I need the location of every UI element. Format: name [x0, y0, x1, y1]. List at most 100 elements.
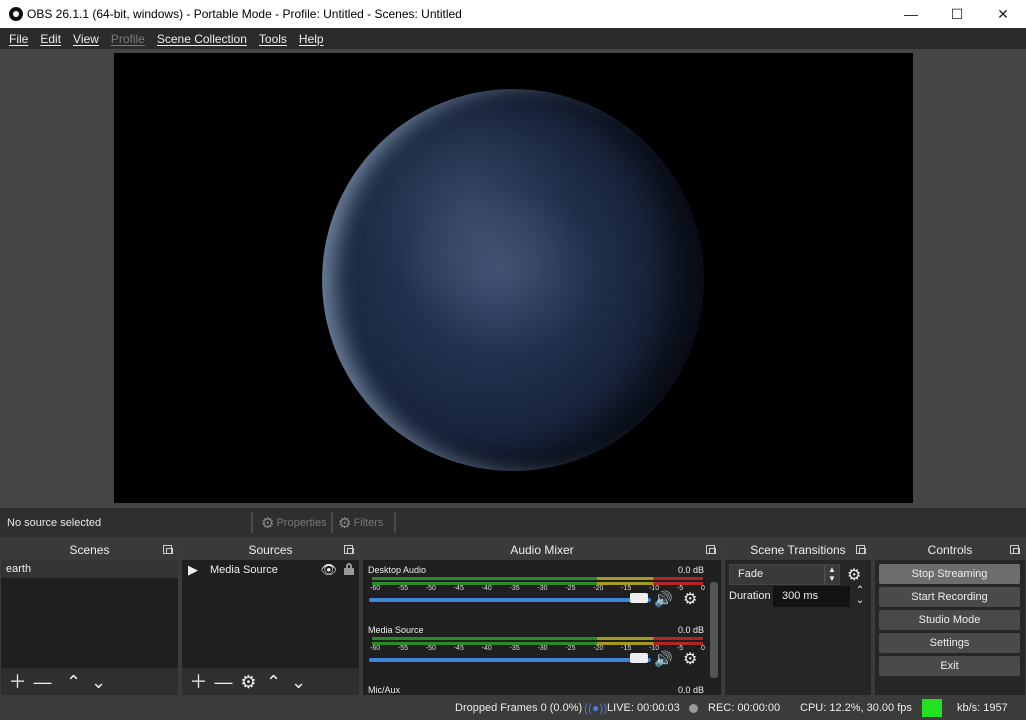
volume-slider[interactable]: [369, 598, 651, 602]
gear-icon[interactable]: ⚙: [683, 589, 697, 609]
gear-icon[interactable]: ⚙: [683, 649, 697, 669]
source-properties-gear-icon[interactable]: ⚙: [236, 672, 261, 692]
scene-transitions-title: Scene Transitions: [750, 543, 846, 557]
eye-icon[interactable]: 👁: [320, 562, 337, 578]
scene-transitions-dock: Scene Transitions Fade ▲ ▼ ⚙ Duration 300…: [725, 541, 871, 695]
volume-meter: [372, 577, 703, 580]
duration-spinner-icon[interactable]: ⌃ ⌄: [853, 586, 867, 607]
tick-label: -20: [593, 585, 604, 592]
float-dock-icon[interactable]: [856, 545, 866, 554]
properties-button[interactable]: ⚙ Properties: [261, 514, 327, 532]
tick-label: -60: [370, 645, 381, 652]
speaker-icon[interactable]: 🔊: [654, 590, 673, 608]
float-dock-icon[interactable]: [344, 545, 354, 554]
tick-label: -50: [425, 585, 436, 592]
toolbar-divider: [251, 512, 253, 533]
audio-mixer-header: Audio Mixer: [363, 541, 721, 560]
audio-mixer-dock: Audio Mixer Desktop Audio 0.0 dB -60 -55…: [363, 541, 721, 695]
menu-bar: File Edit View Profile Scene Collection …: [0, 28, 1026, 49]
studio-mode-button[interactable]: Studio Mode: [879, 610, 1020, 630]
transition-select[interactable]: Fade ▲ ▼: [729, 564, 840, 585]
controls-dock: Controls Stop Streaming Start Recording …: [875, 541, 1025, 695]
channel-db: 0.0 dB: [677, 685, 704, 695]
remove-source-button[interactable]: —: [211, 672, 236, 692]
tick-label: -35: [509, 585, 520, 592]
sources-footer: ＋ — ⚙ ⌃ ⌄: [182, 668, 359, 695]
menu-tools[interactable]: Tools: [253, 32, 293, 46]
tick-label: 0: [700, 585, 705, 592]
tick-label: -45: [453, 585, 464, 592]
close-button[interactable]: ✕: [980, 0, 1026, 28]
source-toolbar: No source selected ⚙ Properties ⚙ Filter…: [0, 508, 1026, 537]
sources-header: Sources: [182, 541, 359, 560]
move-up-icon[interactable]: ⌃: [261, 672, 286, 692]
menu-file[interactable]: File: [3, 32, 34, 46]
toolbar-divider: [331, 512, 333, 533]
float-dock-icon[interactable]: [163, 545, 173, 554]
channel-name: Desktop Audio: [368, 565, 427, 575]
channel-db: 0.0 dB: [677, 625, 704, 635]
menu-scene-collection[interactable]: Scene Collection: [151, 32, 253, 46]
rec-time: REC: 00:00:00: [708, 702, 781, 714]
exit-button[interactable]: Exit: [879, 656, 1020, 676]
controls-title: Controls: [927, 543, 973, 557]
volume-slider[interactable]: [369, 658, 651, 662]
float-dock-icon[interactable]: [706, 545, 716, 554]
minimize-button[interactable]: —: [888, 0, 934, 28]
scene-transitions-body: Fade ▲ ▼ ⚙ Duration 300 ms ⌃ ⌄: [725, 560, 871, 695]
menu-profile[interactable]: Profile: [105, 32, 151, 46]
menu-help[interactable]: Help: [293, 32, 330, 46]
audio-mixer-body: Desktop Audio 0.0 dB -60 -55 -50 -45 -40…: [363, 560, 721, 695]
transition-gear-icon[interactable]: ⚙: [847, 565, 861, 585]
select-spinner-icon[interactable]: ▲ ▼: [824, 565, 839, 584]
menu-edit[interactable]: Edit: [34, 32, 67, 46]
title-bar: OBS 26.1.1 (64-bit, windows) - Portable …: [0, 0, 1026, 28]
tick-label: -60: [370, 585, 381, 592]
tick-label: -55: [397, 645, 409, 652]
start-recording-button[interactable]: Start Recording: [879, 587, 1020, 607]
lock-icon[interactable]: [344, 563, 354, 575]
duration-input[interactable]: 300 ms: [773, 586, 850, 607]
filters-label: Filters: [353, 517, 384, 529]
float-dock-icon[interactable]: [1010, 545, 1020, 554]
add-scene-button[interactable]: ＋: [5, 672, 30, 692]
tick-label: -30: [537, 585, 548, 592]
scene-item[interactable]: earth: [1, 560, 178, 578]
play-icon[interactable]: ▶: [188, 562, 198, 578]
move-down-icon[interactable]: ⌄: [286, 672, 311, 692]
volume-meter: [372, 637, 703, 640]
dropped-frames: Dropped Frames 0 (0.0%): [455, 702, 583, 714]
volume-slider-thumb[interactable]: [630, 593, 648, 603]
live-time: LIVE: 00:00:03: [607, 702, 680, 714]
move-up-icon[interactable]: ⌃: [61, 672, 86, 692]
menu-view[interactable]: View: [67, 32, 105, 46]
scene-transitions-header: Scene Transitions: [725, 541, 871, 560]
gear-icon: ⚙: [261, 515, 275, 532]
source-item[interactable]: ▶ Media Source 👁: [182, 560, 359, 580]
scenes-footer: ＋ — ⌃ ⌄: [1, 668, 178, 695]
sources-title: Sources: [248, 543, 293, 557]
status-bar: Dropped Frames 0 (0.0%) LIVE: 00:00:03 R…: [0, 697, 1026, 720]
filters-button[interactable]: ⚙ Filters: [338, 514, 383, 532]
controls-header: Controls: [875, 541, 1025, 560]
channel-name: Mic/Aux: [368, 685, 401, 695]
move-down-icon[interactable]: ⌄: [86, 672, 111, 692]
remove-scene-button[interactable]: —: [30, 672, 55, 692]
stop-streaming-button[interactable]: Stop Streaming: [879, 564, 1020, 584]
mixer-scrollbar[interactable]: [710, 582, 718, 678]
stream-health-indicator: [922, 699, 942, 717]
sources-list: ▶ Media Source 👁 ＋ — ⚙ ⌃ ⌄: [182, 560, 359, 695]
speaker-icon[interactable]: 🔊: [654, 650, 673, 668]
no-source-label: No source selected: [7, 517, 102, 529]
preview-canvas[interactable]: [114, 53, 913, 503]
add-source-button[interactable]: ＋: [186, 672, 211, 692]
earth-image: [322, 89, 704, 471]
volume-slider-thumb[interactable]: [630, 653, 648, 663]
rec-dot-icon: [689, 704, 698, 713]
settings-button[interactable]: Settings: [879, 633, 1020, 653]
mixer-channel-media-source: Media Source 0.0 dB -60 -55 -50 -45 -40 …: [367, 622, 705, 678]
tick-label: -45: [453, 645, 464, 652]
maximize-button[interactable]: ☐: [934, 0, 980, 28]
scenes-dock: Scenes earth ＋ — ⌃ ⌄: [1, 541, 178, 695]
properties-label: Properties: [276, 517, 327, 529]
